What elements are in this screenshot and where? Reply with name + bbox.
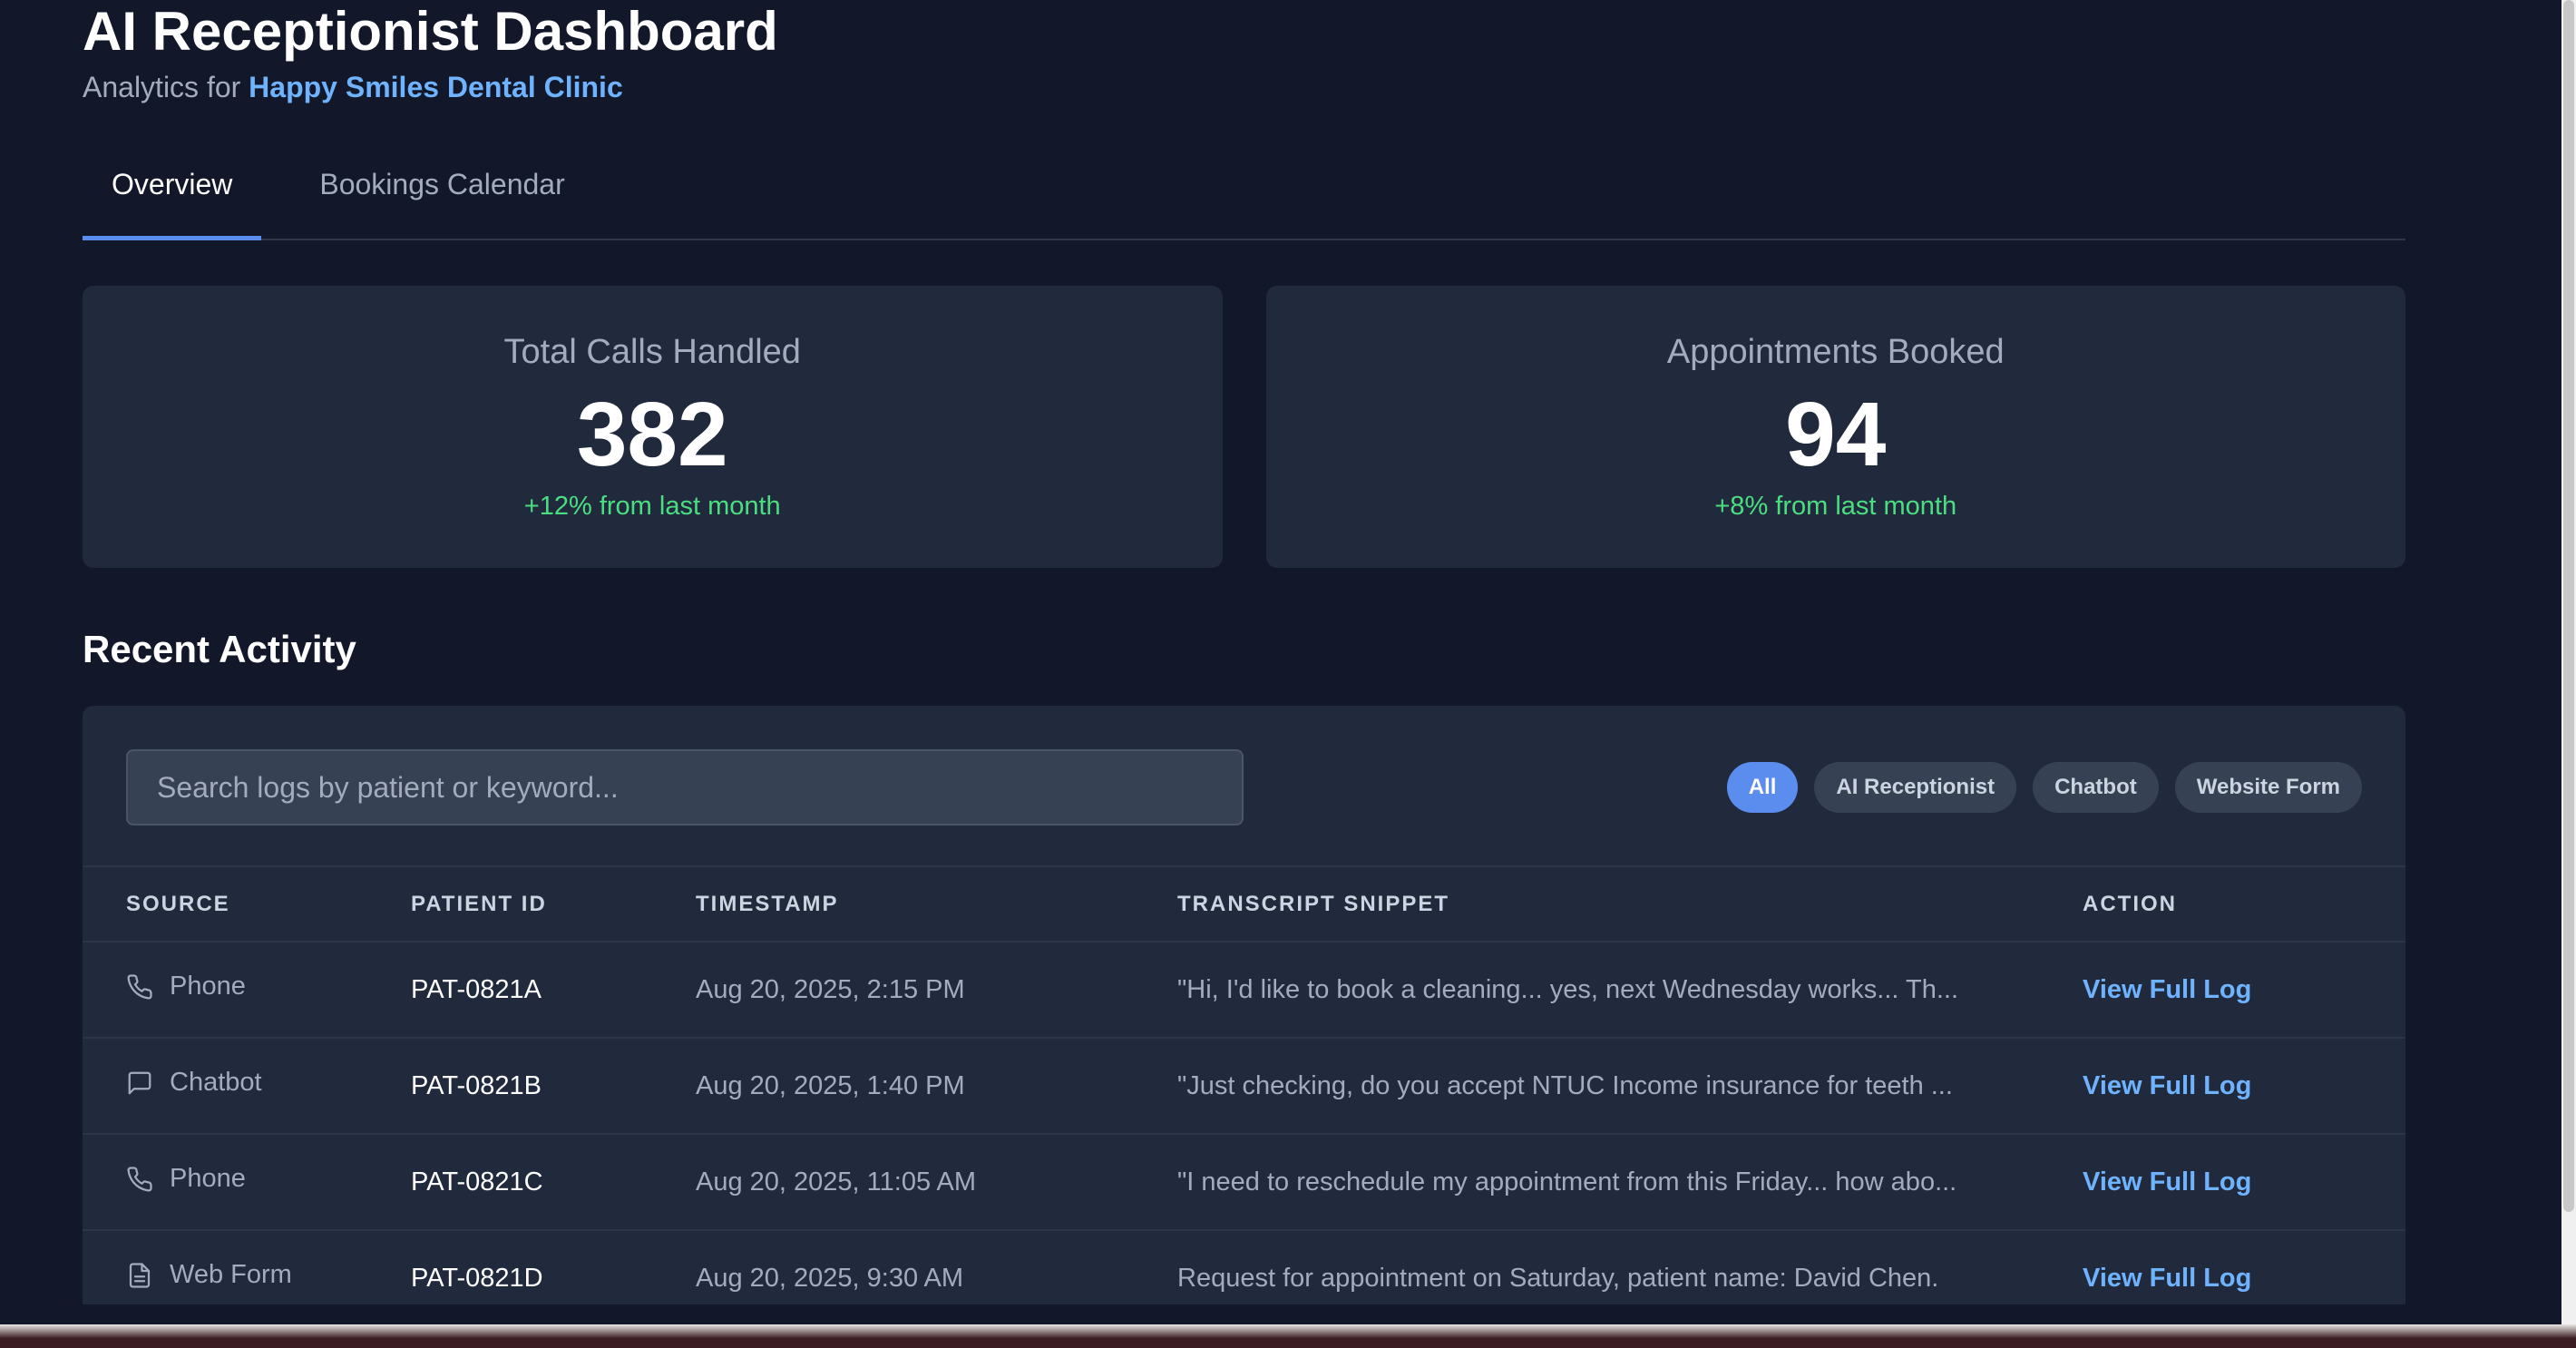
activity-toolbar: All AI Receptionist Chatbot Website Form (83, 706, 2405, 867)
stat-label: Total Calls Handled (503, 333, 801, 371)
scrollbar-thumb[interactable] (2563, 0, 2574, 1212)
phone-icon (127, 1167, 152, 1192)
page-title: AI Receptionist Dashboard (83, 1, 778, 62)
table-row: Chatbot PAT-0821B Aug 20, 2025, 1:40 PM … (83, 1038, 2405, 1135)
tab-bar: Overview Bookings Calendar (83, 159, 2405, 240)
stat-delta: +8% from last month (1714, 492, 1957, 521)
filter-website-form[interactable]: Website Form (2174, 762, 2362, 813)
subtitle-prefix: Analytics for (83, 71, 241, 103)
clinic-name: Happy Smiles Dental Clinic (249, 71, 623, 103)
table-header-row: SOURCE PATIENT ID TIMESTAMP TRANSCRIPT S… (83, 867, 2405, 943)
source-cell: Phone (83, 942, 411, 1039)
table-row: Phone PAT-0821A Aug 20, 2025, 2:15 PM "H… (83, 942, 2405, 1039)
filter-ai-receptionist[interactable]: AI Receptionist (1814, 762, 2017, 813)
snippet-cell: "Hi, I'd like to book a cleaning... yes,… (1177, 942, 2083, 1039)
filter-all[interactable]: All (1726, 762, 1799, 813)
column-header-source: SOURCE (83, 867, 411, 943)
source-label: Phone (170, 972, 246, 1001)
dashboard-page: AI Receptionist Dashboard Analytics for … (0, 0, 2576, 1348)
column-header-snippet: TRANSCRIPT SNIPPET (1177, 867, 2083, 943)
main-content: AI Receptionist Dashboard Analytics for … (83, 0, 2405, 1304)
filter-chatbot[interactable]: Chatbot (2033, 762, 2159, 813)
tab-bookings-calendar[interactable]: Bookings Calendar (290, 159, 593, 240)
filter-chips: All AI Receptionist Chatbot Website Form (1726, 762, 2362, 813)
table-row: Web Form PAT-0821D Aug 20, 2025, 9:30 AM… (83, 1230, 2405, 1304)
stats-row: Total Calls Handled 382 +12% from last m… (83, 286, 2405, 568)
patient-id-cell: PAT-0821B (411, 1038, 696, 1135)
stat-card-total-calls: Total Calls Handled 382 +12% from last m… (83, 286, 1223, 568)
patient-id-cell: PAT-0821D (411, 1230, 696, 1304)
patient-id-cell: PAT-0821A (411, 942, 696, 1039)
column-header-timestamp: TIMESTAMP (696, 867, 1177, 943)
tab-overview[interactable]: Overview (83, 159, 262, 240)
source-cell: Web Form (83, 1230, 411, 1304)
document-icon (129, 1263, 151, 1288)
activity-table: SOURCE PATIENT ID TIMESTAMP TRANSCRIPT S… (83, 867, 2405, 1304)
timestamp-cell: Aug 20, 2025, 11:05 AM (696, 1134, 1177, 1231)
stat-value: 382 (576, 384, 728, 485)
window-bottom-edge (0, 1324, 2576, 1348)
patient-id-cell: PAT-0821C (411, 1134, 696, 1231)
source-label: Chatbot (170, 1068, 262, 1098)
column-header-patient-id: PATIENT ID (411, 867, 696, 943)
stat-value: 94 (1785, 384, 1887, 485)
view-full-log-link[interactable]: View Full Log (2083, 1071, 2251, 1100)
stat-delta: +12% from last month (523, 492, 781, 521)
snippet-cell: Request for appointment on Saturday, pat… (1177, 1230, 2083, 1304)
search-input[interactable] (126, 749, 1244, 825)
view-full-log-link[interactable]: View Full Log (2083, 975, 2251, 1004)
stat-label: Appointments Booked (1666, 333, 2005, 371)
snippet-cell: "Just checking, do you accept NTUC Incom… (1177, 1038, 2083, 1135)
timestamp-cell: Aug 20, 2025, 2:15 PM (696, 942, 1177, 1039)
view-full-log-link[interactable]: View Full Log (2083, 1264, 2251, 1293)
table-row: Phone PAT-0821C Aug 20, 2025, 11:05 AM "… (83, 1134, 2405, 1231)
timestamp-cell: Aug 20, 2025, 9:30 AM (696, 1230, 1177, 1304)
snippet-cell: "I need to reschedule my appointment fro… (1177, 1134, 2083, 1231)
phone-icon (127, 974, 152, 1000)
source-cell: Phone (83, 1134, 411, 1231)
source-cell: Chatbot (83, 1038, 411, 1135)
view-full-log-link[interactable]: View Full Log (2083, 1167, 2251, 1197)
stat-card-appointments: Appointments Booked 94 +8% from last mon… (1265, 286, 2405, 568)
page-subtitle: Analytics for Happy Smiles Dental Clinic (83, 71, 2405, 104)
timestamp-cell: Aug 20, 2025, 1:40 PM (696, 1038, 1177, 1135)
vertical-scrollbar[interactable] (2561, 0, 2576, 1324)
source-label: Web Form (170, 1260, 292, 1290)
column-header-action: ACTION (2083, 867, 2405, 943)
recent-activity-title: Recent Activity (83, 628, 356, 670)
chat-icon (128, 1071, 151, 1095)
source-label: Phone (170, 1164, 246, 1194)
activity-panel: All AI Receptionist Chatbot Website Form… (83, 706, 2405, 1304)
